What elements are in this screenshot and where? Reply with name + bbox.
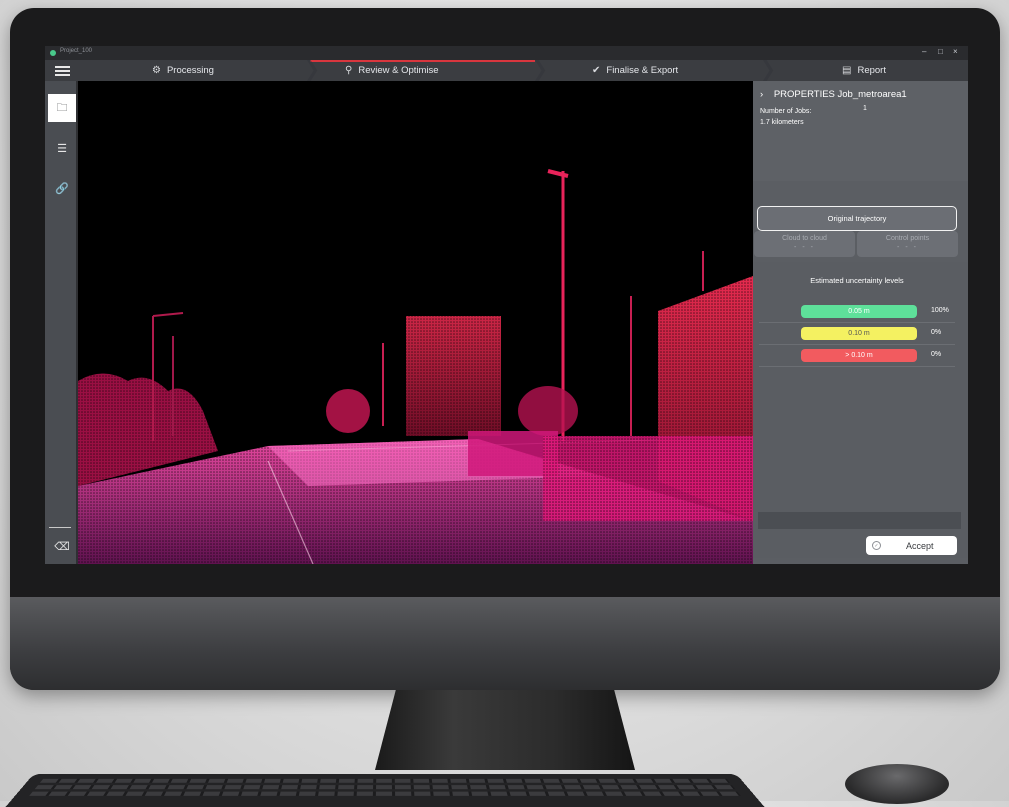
- mouse: [845, 764, 949, 804]
- left-toolbar: 🗀 ☰ 🔗 ⌫: [45, 81, 76, 564]
- uncertainty-percent: 100%: [931, 307, 949, 314]
- properties-panel: › PROPERTIES Job_metroarea1 Number of Jo…: [753, 81, 968, 564]
- close-button[interactable]: ×: [953, 47, 958, 56]
- button-sublabel: - - -: [897, 244, 918, 251]
- maximize-button[interactable]: □: [938, 47, 943, 56]
- cloud-to-cloud-button[interactable]: Cloud to cloud - - -: [754, 231, 855, 257]
- uncertainty-badge: > 0.10 m: [801, 349, 917, 362]
- check-icon: ✔: [592, 65, 601, 76]
- button-label: Cloud to cloud: [782, 235, 827, 242]
- check-circle-icon: ✓: [872, 541, 881, 550]
- folder-icon: 🗀: [56, 101, 68, 114]
- tab-review-optimise[interactable]: ⚲ Review & Optimise: [345, 60, 439, 81]
- menu-icon[interactable]: [55, 66, 70, 76]
- uncertainty-title: Estimated uncertainty levels: [810, 276, 904, 285]
- uncertainty-row: 0.05 m 100%: [759, 301, 955, 323]
- accept-label: Accept: [906, 540, 934, 551]
- app-screen: Project_100 – □ × ⚙ Processing ⚲ Review …: [45, 46, 968, 564]
- layers-button[interactable]: 🗀: [48, 94, 76, 122]
- properties-header[interactable]: › PROPERTIES Job_metroarea1: [760, 89, 907, 100]
- control-points-button[interactable]: Control points - - -: [857, 231, 958, 257]
- document-icon: ▤: [842, 65, 852, 76]
- monitor-stand: [375, 690, 635, 770]
- button-label: Control points: [885, 235, 930, 242]
- step-separator: [307, 60, 318, 81]
- gear-icon: ⚙: [152, 65, 161, 76]
- accept-button[interactable]: ✓ Accept: [866, 536, 957, 555]
- pointcloud-viewport[interactable]: [78, 81, 753, 564]
- original-trajectory-button[interactable]: Original trajectory: [757, 206, 957, 231]
- tab-processing[interactable]: ⚙ Processing: [152, 60, 214, 81]
- minimize-button[interactable]: –: [922, 47, 926, 56]
- tab-report[interactable]: ▤ Report: [842, 60, 886, 81]
- list-icon: ☰: [57, 142, 67, 155]
- link-button[interactable]: 🔗: [48, 174, 76, 202]
- tab-label: Finalise & Export: [606, 65, 679, 76]
- uncertainty-badge: 0.05 m: [801, 305, 917, 318]
- properties-title: PROPERTIES Job_metroarea1: [773, 89, 907, 100]
- properties-section: › PROPERTIES Job_metroarea1 Number of Jo…: [753, 81, 968, 181]
- uncertainty-percent: 0%: [931, 351, 942, 358]
- tab-label: Processing: [166, 65, 214, 76]
- uncertainty-percent: 0%: [931, 329, 942, 336]
- chevron-right-icon: ›: [760, 89, 764, 100]
- app-icon: [50, 50, 56, 56]
- distance-label: 1.7 kilometers: [760, 119, 804, 126]
- monitor-chin: [10, 597, 1000, 690]
- jobs-label: Number of Jobs:: [760, 108, 812, 115]
- tab-label: Report: [857, 65, 886, 76]
- title-bar: Project_100 – □ ×: [45, 46, 968, 60]
- tab-finalise-export[interactable]: ✔ Finalise & Export: [592, 60, 678, 81]
- workflow-nav: ⚙ Processing ⚲ Review & Optimise ✔ Final…: [45, 60, 968, 81]
- eraser-icon: ⌫: [54, 540, 70, 553]
- panel-footer-bar: [758, 512, 961, 529]
- window-title: Project_100: [60, 48, 93, 54]
- eraser-button[interactable]: ⌫: [48, 532, 76, 560]
- uncertainty-badge: 0.10 m: [801, 327, 917, 340]
- button-sublabel: - - -: [794, 244, 815, 251]
- pointcloud-render: [78, 81, 753, 564]
- tab-label: Review & Optimise: [358, 65, 439, 76]
- rail-divider: [49, 527, 71, 528]
- magnifier-icon: ⚲: [345, 65, 353, 76]
- uncertainty-row: 0.10 m 0%: [759, 323, 955, 345]
- list-button[interactable]: ☰: [48, 134, 76, 162]
- uncertainty-row: > 0.10 m 0%: [759, 345, 955, 367]
- link-icon: 🔗: [55, 182, 69, 195]
- step-separator: [763, 60, 774, 81]
- jobs-value: 1: [863, 105, 867, 112]
- step-separator: [535, 60, 546, 81]
- keyboard: [5, 774, 765, 807]
